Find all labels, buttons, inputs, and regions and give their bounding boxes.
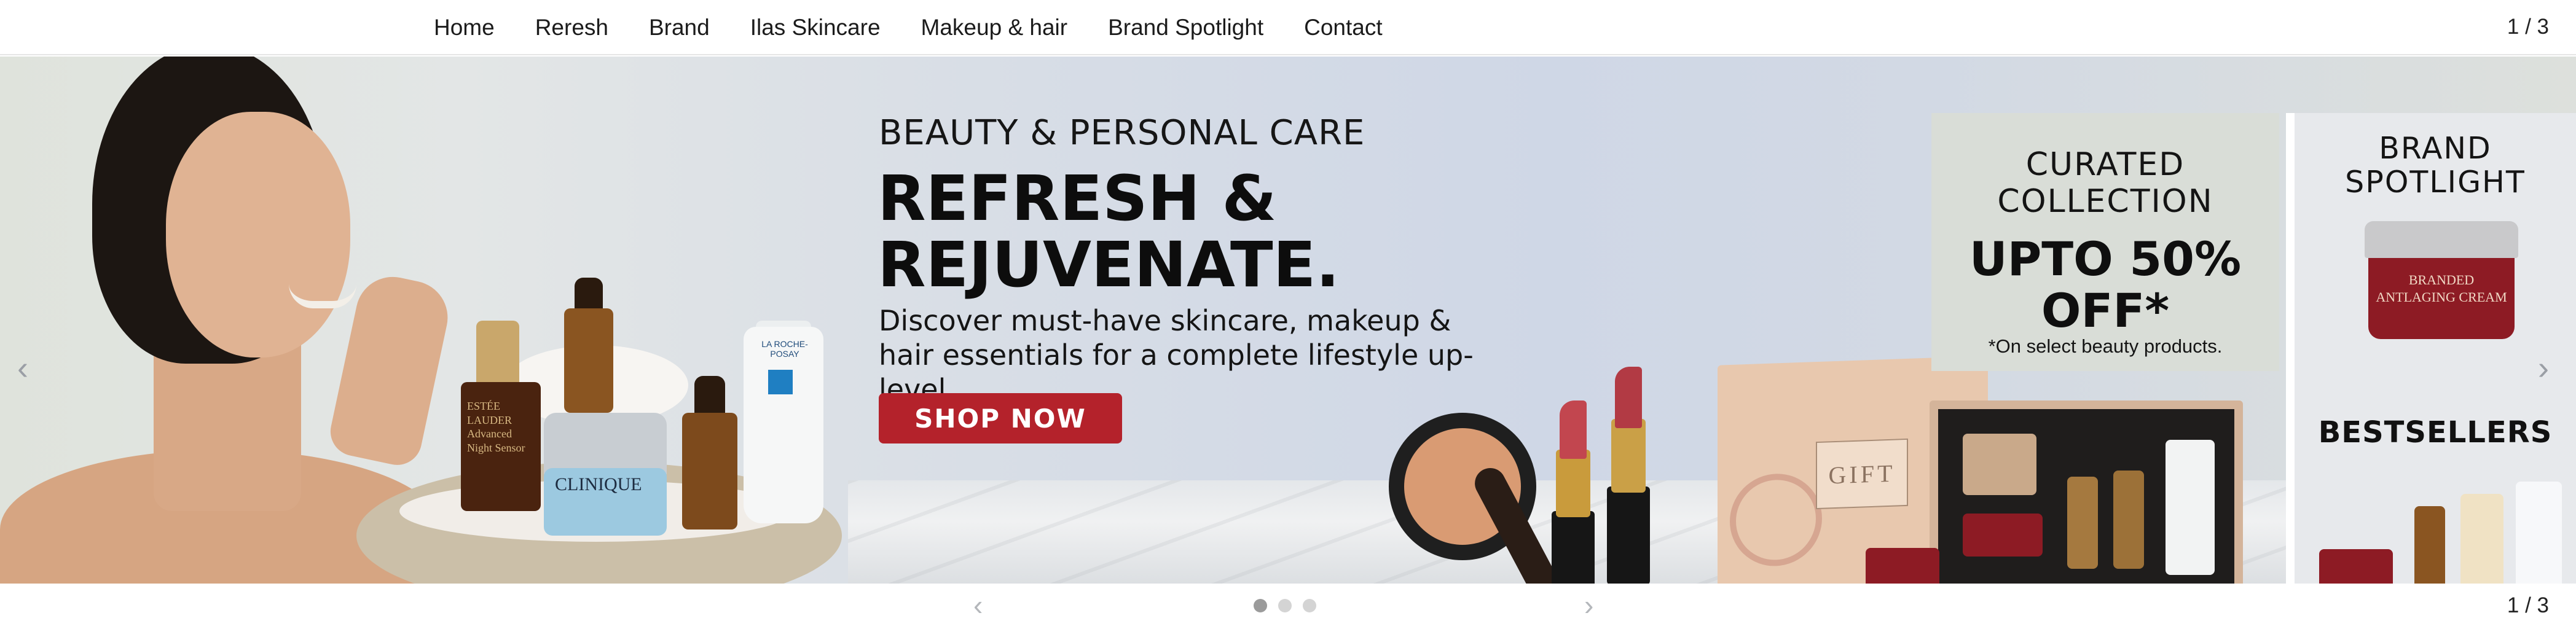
product-label-estee: ESTÉE LAUDER Advanced Night Sensor [467,400,525,454]
nav-item-refresh[interactable]: Reresh [535,15,608,41]
hero-next-arrow-icon[interactable]: › [2538,349,2549,387]
spotlight-product-jar: BRANDED ANTLAGING CREAM [2365,221,2518,344]
nav-item-home[interactable]: Home [434,15,495,41]
brand-spotlight-panel[interactable]: BRAND SPOTLIGHT BRANDED ANTLAGING CREAM … [2286,113,2576,584]
carousel-dot-2[interactable] [1278,599,1292,612]
curated-title: CURATED COLLECTION [1997,146,2213,220]
gift-tag: GIFT [1816,438,1908,510]
nav-item-brand-spotlight[interactable]: Brand Spotlight [1108,15,1263,41]
product-night-serum: ESTÉE LAUDER Advanced Night Sensor [461,382,541,511]
brand-spotlight-title: BRAND SPOTLIGHT [2345,131,2526,200]
curated-note: *On select beauty products. [1988,335,2223,357]
nav-item-contact[interactable]: Contact [1304,15,1383,41]
hero-subtext: Discover must-have skincare, makeup & ha… [879,304,1474,406]
carousel-dot-3[interactable] [1303,599,1316,612]
hero-eyebrow: BEAUTY & PERSONAL CARE [879,113,1365,153]
model-image [0,57,455,584]
bestseller-tube [2460,494,2503,584]
bestsellers-title: BESTSELLERS [2318,415,2553,450]
carousel-dot-1[interactable] [1254,599,1267,612]
chevron-left-icon[interactable]: ‹ [973,588,983,622]
bestseller-pump [2516,482,2562,584]
gift-box-tray [1930,400,2243,584]
slide-counter-top: 1 / 3 [2507,15,2549,39]
jar-label: BRANDED ANTLAGING CREAM [2376,272,2507,305]
bestseller-serum [2414,506,2445,584]
hero-banner[interactable]: ESTÉE LAUDER Advanced Night Sensor CLINI… [0,57,2576,584]
nav-item-brand[interactable]: Brand [649,15,710,41]
product-moisturizer-jar: CLINIQUE [544,468,667,536]
bestseller-jar [2319,549,2393,584]
product-cream-tube: LA ROCHE-POSAY [744,327,823,523]
hero-headline: REFRESH & REJUVENATE. [878,162,1340,302]
nav-item-makeup-hair[interactable]: Makeup & hair [921,15,1068,41]
lipstick-2 [1607,486,1650,584]
curated-offer: UPTO 50% OFF* [1969,232,2242,338]
product-serum-small [564,308,613,413]
shop-now-button[interactable]: SHOP NOW [879,393,1122,443]
main-nav: Home Reresh Brand Ilas Skincare Makeup &… [434,0,1423,55]
nav-item-skincare[interactable]: Ilas Skincare [750,15,881,41]
product-label-clinique: CLINIQUE [555,474,642,494]
top-navbar: Home Reresh Brand Ilas Skincare Makeup &… [0,0,2576,55]
product-label-laroche: LA ROCHE-POSAY [761,339,808,359]
product-serum-dropper [682,413,737,529]
product-small-jar [1866,548,1939,584]
hero-prev-arrow-icon[interactable]: ‹ [17,349,28,387]
curated-collection-panel[interactable]: CURATED COLLECTION UPTO 50% OFF* *On sel… [1931,113,2279,371]
chevron-right-icon[interactable]: › [1584,588,1593,622]
lipstick-1 [1552,511,1595,584]
slide-counter-bottom: 1 / 3 [2507,593,2549,617]
carousel-dots [1254,599,1316,612]
